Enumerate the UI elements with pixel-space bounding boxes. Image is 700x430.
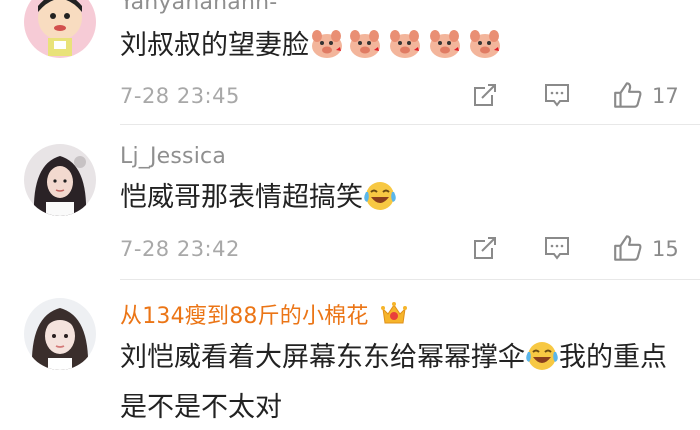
- laugh-cry-emoji: [525, 340, 559, 386]
- pig-face-emoji: [385, 28, 425, 74]
- like-button[interactable]: [612, 79, 642, 109]
- like-count: 15: [652, 237, 679, 261]
- pig-face-emoji: [345, 28, 385, 74]
- repost-button[interactable]: [470, 233, 500, 263]
- avatar[interactable]: [24, 144, 96, 216]
- comment-reply-button[interactable]: [542, 233, 572, 263]
- pig-face-emoji: [309, 28, 345, 74]
- share-icon: [474, 237, 496, 259]
- pig-face-emoji: [465, 28, 505, 74]
- comment-text: 刘恺威看着大屏幕东东给幂幂撑伞 我的重点是不是不太对: [120, 336, 680, 430]
- username[interactable]: Lj_Jessica: [120, 144, 226, 169]
- crown-badge-icon: [380, 301, 408, 333]
- avatar[interactable]: [24, 0, 96, 58]
- share-icon: [474, 84, 496, 106]
- comment-divider: [120, 279, 700, 280]
- like-count: 17: [652, 84, 679, 108]
- comment-text-content: 刘叔叔的望妻脸: [120, 30, 309, 61]
- username-text: 从134瘦到88斤的小棉花: [120, 304, 369, 329]
- like-button[interactable]: [612, 232, 642, 262]
- comment-text: 刘叔叔的望妻脸: [120, 24, 680, 74]
- comment-timestamp: 7-28 23:45: [120, 84, 240, 108]
- comment-reply-button[interactable]: [542, 80, 572, 110]
- comment-item: Yanyananann- 刘叔叔的望妻脸 7-28 23:45 17: [0, 0, 700, 125]
- comment-divider: [120, 124, 700, 125]
- repost-button[interactable]: [470, 80, 500, 110]
- thumbs-up-icon: [614, 82, 642, 108]
- avatar[interactable]: [24, 298, 96, 370]
- comment-bubble-icon: [545, 237, 569, 260]
- comment-text: 恺威哥那表情超搞笑: [120, 176, 680, 226]
- comment-bubble-icon: [545, 84, 569, 107]
- username[interactable]: 从134瘦到88斤的小棉花: [120, 298, 408, 333]
- pig-face-emoji: [425, 28, 465, 74]
- comment-text-part1: 刘恺威看着大屏幕东东给幂幂撑伞: [120, 342, 525, 373]
- username[interactable]: Yanyananann-: [120, 0, 277, 15]
- thumbs-up-icon: [614, 235, 642, 261]
- comment-timestamp: 7-28 23:42: [120, 237, 240, 261]
- comment-text-content: 恺威哥那表情超搞笑: [120, 182, 363, 213]
- laugh-cry-emoji: [363, 180, 397, 226]
